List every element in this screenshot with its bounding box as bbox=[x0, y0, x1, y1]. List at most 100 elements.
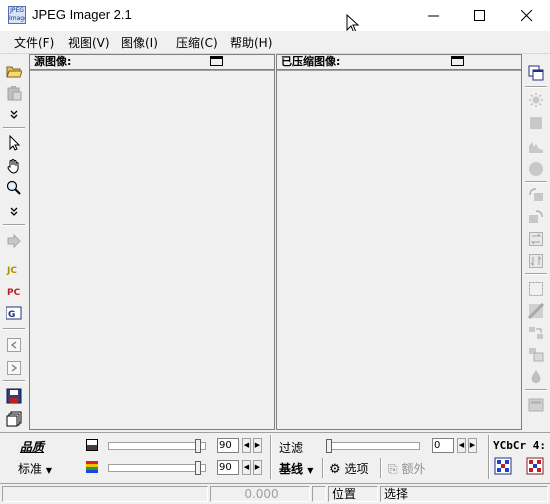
source-pane-title: 源图像: bbox=[34, 55, 72, 68]
extra-label: 额外 bbox=[401, 462, 426, 476]
left-toolbar: JC PC G bbox=[0, 54, 28, 430]
forward-button[interactable] bbox=[4, 232, 24, 250]
filter-input[interactable]: 0 bbox=[432, 438, 454, 453]
title-bar: JPEG Imager JPEG Imager 2.1 bbox=[0, 0, 550, 34]
arrow-left-icon bbox=[7, 338, 21, 352]
next-image-button[interactable] bbox=[4, 359, 24, 377]
resize-button[interactable] bbox=[526, 324, 546, 342]
menu-view[interactable]: 视图(V) bbox=[68, 34, 110, 51]
square-icon bbox=[530, 117, 542, 129]
background-button[interactable] bbox=[526, 396, 546, 414]
options-button[interactable]: ⚙ 选项 bbox=[329, 460, 369, 477]
layers-button[interactable] bbox=[526, 346, 546, 364]
quality-input[interactable]: 90 bbox=[217, 438, 239, 453]
convert-jpg-button[interactable]: JC bbox=[4, 260, 24, 278]
histogram-button[interactable] bbox=[526, 137, 546, 155]
flip-horizontal-button[interactable] bbox=[526, 230, 546, 248]
saturation-button[interactable] bbox=[526, 160, 546, 178]
rotate-right-button[interactable] bbox=[526, 208, 546, 226]
stacked-pages-icon bbox=[6, 411, 22, 427]
pattern-button[interactable] bbox=[526, 302, 546, 320]
save-disk-icon bbox=[6, 388, 22, 404]
jpg-format-icon: JC bbox=[6, 263, 22, 276]
batch-button[interactable] bbox=[4, 410, 24, 428]
compression-controls: 品质 标准 ▼ 90 ◀ ▶ 90 ◀ ▶ 过滤 0 ◀ ▶ 基线 ▼ ⚙ 选项… bbox=[0, 432, 550, 483]
filter-slider-track[interactable] bbox=[328, 442, 420, 450]
baseline-dropdown[interactable]: 基线 ▼ bbox=[279, 460, 313, 477]
double-chevron-down-icon bbox=[10, 207, 18, 216]
flip-vertical-button[interactable] bbox=[526, 252, 546, 270]
filter-slider-thumb[interactable] bbox=[326, 439, 332, 453]
chevron-down-icon: ▼ bbox=[45, 466, 52, 475]
extra-button[interactable]: ⎘ 额外 bbox=[388, 460, 425, 477]
window-title: JPEG Imager 2.1 bbox=[32, 7, 132, 22]
histogram-icon bbox=[529, 142, 543, 153]
menu-help[interactable]: 帮助(H) bbox=[230, 34, 272, 51]
minimize-icon bbox=[428, 15, 439, 16]
paste-button[interactable] bbox=[4, 84, 24, 102]
crop-button[interactable] bbox=[526, 280, 546, 298]
expand-toolbar-1[interactable] bbox=[4, 106, 24, 124]
svg-text:PC: PC bbox=[7, 288, 21, 298]
close-icon bbox=[521, 9, 533, 21]
triangle-left-icon: ◀ bbox=[243, 441, 250, 449]
pattern-icon bbox=[528, 303, 544, 319]
quality-slider-track[interactable] bbox=[108, 442, 206, 450]
previous-image-button[interactable] bbox=[4, 336, 24, 354]
convert-gif-button[interactable]: G bbox=[4, 304, 24, 322]
preset-value: 标准 bbox=[18, 462, 43, 476]
filter-increment[interactable]: ▶ bbox=[468, 438, 477, 453]
open-file-button[interactable] bbox=[4, 62, 24, 80]
close-button[interactable] bbox=[504, 0, 550, 31]
preset-dropdown[interactable]: 标准 ▼ bbox=[18, 460, 52, 477]
menu-file[interactable]: 文件(F) bbox=[14, 34, 54, 51]
source-image-canvas[interactable] bbox=[30, 70, 274, 429]
menu-bar: 文件(F) 视图(V) 图像(I) 压缩(C) 帮助(H) bbox=[0, 31, 550, 54]
subsampling-blue-icon[interactable] bbox=[494, 457, 512, 475]
brightness-button[interactable] bbox=[526, 91, 546, 109]
quality2-slider-thumb[interactable] bbox=[195, 461, 201, 475]
contrast-button[interactable] bbox=[526, 114, 546, 132]
quality-decrement[interactable]: ◀ bbox=[242, 438, 251, 453]
quality2-slider-track[interactable] bbox=[108, 464, 206, 472]
save-button[interactable] bbox=[4, 387, 24, 405]
source-pane-maximize-button[interactable] bbox=[210, 56, 223, 66]
select-tool-button[interactable] bbox=[4, 134, 24, 152]
convert-png-button[interactable]: PC bbox=[4, 282, 24, 300]
rotate-left-button[interactable] bbox=[526, 186, 546, 204]
quality2-decrement[interactable]: ◀ bbox=[242, 460, 251, 475]
quality2-input[interactable]: 90 bbox=[217, 460, 239, 475]
panel-icon bbox=[528, 398, 544, 412]
maximize-icon bbox=[474, 9, 485, 21]
hand-tool-button[interactable] bbox=[4, 157, 24, 175]
gif-format-icon: G bbox=[6, 306, 22, 320]
fill-button[interactable] bbox=[526, 368, 546, 386]
double-chevron-down-icon bbox=[10, 110, 18, 119]
status-cell-gap bbox=[312, 486, 326, 502]
filter-decrement[interactable]: ◀ bbox=[457, 438, 466, 453]
rotate-left-icon bbox=[529, 188, 543, 201]
svg-text:JC: JC bbox=[6, 266, 17, 276]
compressed-pane-maximize-button[interactable] bbox=[451, 56, 464, 66]
expand-toolbar-2[interactable] bbox=[4, 203, 24, 221]
status-cell-empty bbox=[2, 486, 208, 502]
app-logo-icon: JPEG Imager bbox=[8, 6, 26, 24]
quality-slider-thumb[interactable] bbox=[195, 439, 201, 453]
subsampling-red-icon[interactable] bbox=[526, 457, 544, 475]
extra-icon: ⎘ bbox=[388, 462, 398, 476]
maximize-button[interactable] bbox=[457, 0, 503, 31]
view-mode-button[interactable] bbox=[526, 64, 546, 82]
triangle-left-icon: ◀ bbox=[458, 441, 465, 449]
compressed-image-canvas[interactable] bbox=[277, 70, 521, 429]
source-image-pane: 源图像: bbox=[29, 54, 275, 430]
resize-icon bbox=[529, 327, 543, 339]
menu-image[interactable]: 图像(I) bbox=[121, 34, 158, 51]
png-format-icon: PC bbox=[7, 288, 21, 298]
quality2-increment[interactable]: ▶ bbox=[253, 460, 262, 475]
svg-text:G: G bbox=[8, 310, 15, 320]
minimize-button[interactable] bbox=[411, 0, 457, 31]
menu-compress[interactable]: 压缩(C) bbox=[176, 34, 218, 51]
options-label: 选项 bbox=[344, 462, 369, 476]
zoom-tool-button[interactable] bbox=[4, 179, 24, 197]
quality-increment[interactable]: ▶ bbox=[253, 438, 262, 453]
